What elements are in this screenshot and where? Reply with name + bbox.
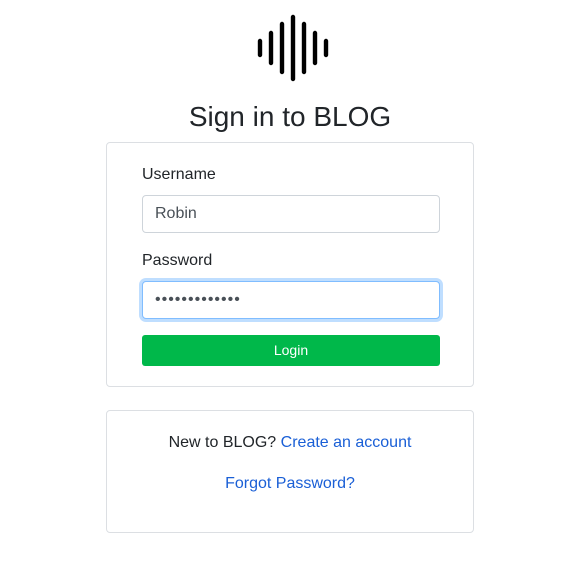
forgot-password-line: Forgot Password? <box>107 474 473 494</box>
soundwave-logo-icon <box>257 14 329 82</box>
page-title: Sign in to BLOG <box>188 101 392 132</box>
username-label: Username <box>142 166 216 183</box>
signup-card: New to BLOG? Create an account Forgot Pa… <box>106 410 474 533</box>
forgot-password-link[interactable]: Forgot Password? <box>225 475 355 492</box>
password-input[interactable] <box>142 281 440 319</box>
username-input[interactable] <box>142 195 440 233</box>
login-button[interactable]: Login <box>142 335 440 366</box>
login-card: Username Password Login <box>106 142 474 387</box>
create-account-link[interactable]: Create an account <box>281 434 412 451</box>
signup-prompt-line: New to BLOG? Create an account <box>107 433 473 453</box>
signup-prompt-text: New to BLOG? <box>168 434 277 451</box>
password-label: Password <box>142 252 213 269</box>
